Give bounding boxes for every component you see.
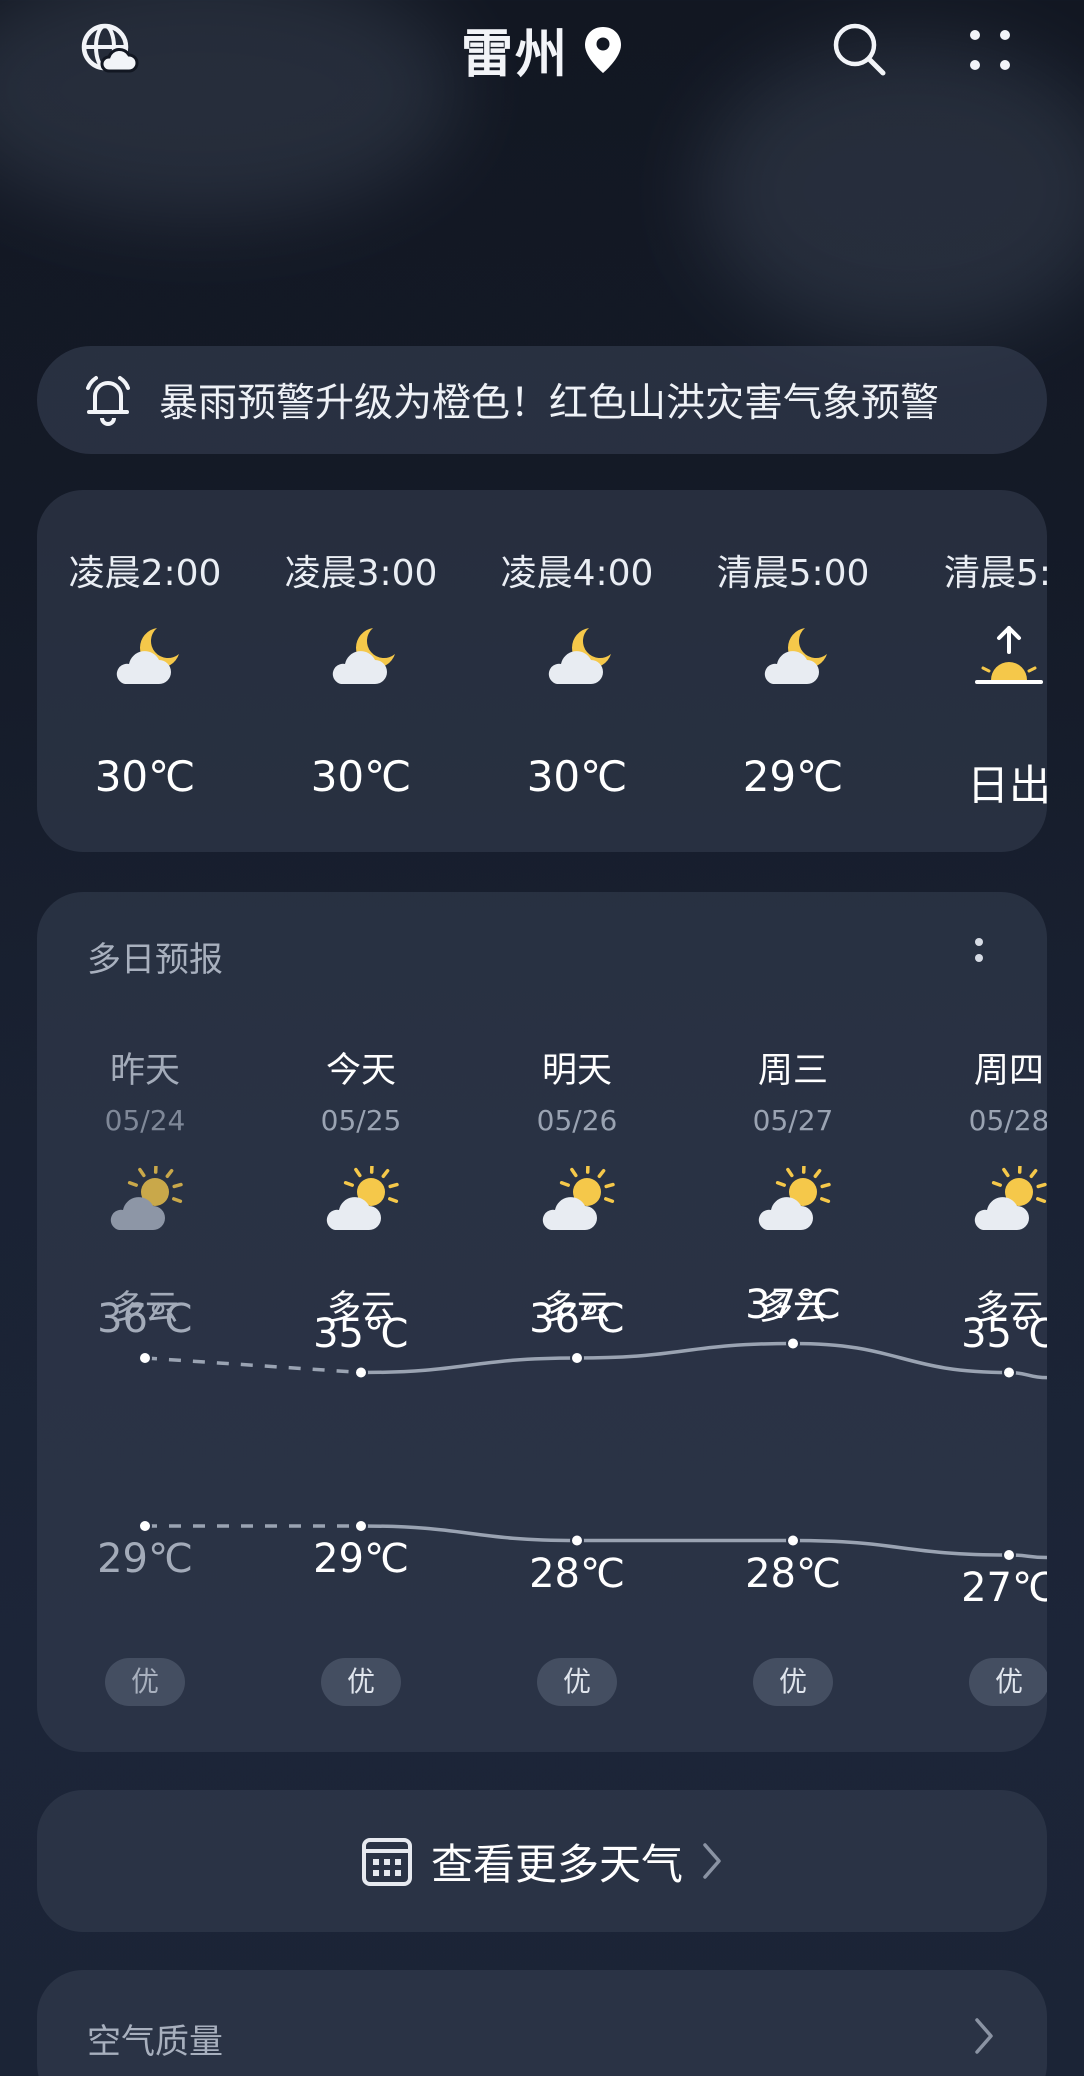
search-icon[interactable] <box>822 12 898 88</box>
hourly-time: 凌晨2:00 <box>68 553 222 594</box>
hourly-time: 清晨5:00 <box>716 553 870 594</box>
chevron-right-icon <box>973 2016 995 2060</box>
high-temp-point <box>354 1365 368 1380</box>
moon-cloud-icon <box>105 622 185 692</box>
moon-cloud-icon <box>321 622 401 692</box>
day-date: 05/24 <box>104 1104 186 1137</box>
low-temp-point <box>786 1533 800 1548</box>
calendar-icon <box>361 1835 413 1887</box>
weather-warning-banner[interactable]: 暴雨预警升级为橙色！红色山洪灾害气象预警 <box>37 346 1047 454</box>
low-temp-point <box>1002 1548 1016 1562</box>
high-temp-point <box>138 1351 152 1365</box>
aqi-badge: 优 <box>969 1658 1047 1706</box>
low-temp-label: 29℃ <box>313 1536 409 1582</box>
chevron-right-icon <box>701 1841 723 1881</box>
moon-cloud-icon <box>753 622 833 692</box>
high-temp-point <box>786 1336 800 1351</box>
high-temp-point <box>1002 1365 1016 1380</box>
moon-cloud-icon <box>537 622 617 692</box>
low-temp-label: 28℃ <box>745 1550 841 1597</box>
top-bar: 雷州 <box>0 0 1084 100</box>
day-date: 05/26 <box>536 1104 618 1137</box>
air-quality-card[interactable]: 空气质量 <box>37 1970 1047 2076</box>
aqi-badge: 优 <box>753 1658 833 1706</box>
multi-day-forecast-card[interactable]: 多日预报 昨天 05/24 多云 36℃ 29℃ 优今天 05/25 多云 35℃ 29℃ 优明天 0… <box>37 892 1047 1752</box>
aqi-badge: 优 <box>321 1658 401 1706</box>
warning-text: 暴雨预警升级为橙色！红色山洪灾害气象预警 <box>159 381 940 426</box>
hourly-value: 30℃ <box>526 752 628 801</box>
day-name: 昨天 <box>109 1051 180 1091</box>
location-pin-icon <box>585 26 621 73</box>
air-quality-title: 空气质量 <box>87 2022 223 2062</box>
low-temp-point <box>354 1519 368 1533</box>
more-weather-button[interactable]: 查看更多天气 <box>37 1790 1047 1932</box>
more-dots-icon[interactable] <box>952 12 1028 88</box>
low-temp-point <box>570 1533 584 1548</box>
low-temp-label: 29℃ <box>97 1536 193 1582</box>
hourly-value: 29℃ <box>742 752 844 801</box>
high-temp-label: 36℃ <box>529 1296 625 1342</box>
high-temp-label: 36℃ <box>97 1296 193 1342</box>
city-name: 雷州 <box>460 25 569 85</box>
hourly-time: 凌晨4:00 <box>500 553 654 594</box>
alarm-bell-icon <box>83 374 133 426</box>
hourly-time: 凌晨3:00 <box>284 553 438 594</box>
hourly-value: 30℃ <box>94 752 196 801</box>
day-name: 今天 <box>325 1051 396 1091</box>
low-temp-point <box>138 1519 152 1533</box>
low-temp-label: 27℃ <box>961 1565 1047 1611</box>
partly-cloudy-icon <box>969 1163 1047 1236</box>
high-temp-label: 35℃ <box>313 1310 409 1357</box>
aqi-badge: 优 <box>105 1658 185 1706</box>
aqi-badge: 优 <box>537 1658 617 1706</box>
more-weather-label: 查看更多天气 <box>430 1839 683 1889</box>
day-name: 明天 <box>541 1051 612 1091</box>
high-temp-point <box>570 1351 584 1365</box>
hourly-value: 30℃ <box>310 752 412 801</box>
partly-cloudy-icon <box>105 1163 185 1236</box>
high-temp-label: 37℃ <box>745 1281 841 1328</box>
partly-cloudy-icon <box>321 1163 401 1236</box>
partly-cloudy-icon <box>753 1163 833 1236</box>
day-date: 05/28 <box>968 1104 1047 1137</box>
hourly-forecast-card[interactable]: 凌晨2:00 30℃ 凌晨3:00 30℃ 凌晨4:00 30℃ 清晨5:00 29℃ 清晨5:… <box>37 490 1047 852</box>
high-temp-label: 35℃ <box>961 1310 1047 1357</box>
hourly-time: 清晨5:5 <box>944 553 1047 594</box>
day-name: 周三 <box>757 1051 828 1091</box>
hourly-value: 日出 <box>966 761 1047 810</box>
day-name: 周四 <box>973 1051 1044 1091</box>
city-title[interactable]: 雷州 <box>0 12 1084 87</box>
day-date: 05/25 <box>320 1104 402 1137</box>
low-temp-label: 28℃ <box>529 1550 625 1597</box>
day-date: 05/27 <box>752 1104 834 1137</box>
partly-cloudy-icon <box>537 1163 617 1236</box>
sunrise-icon <box>969 622 1047 692</box>
high-temp-past-segment <box>144 1356 362 1375</box>
